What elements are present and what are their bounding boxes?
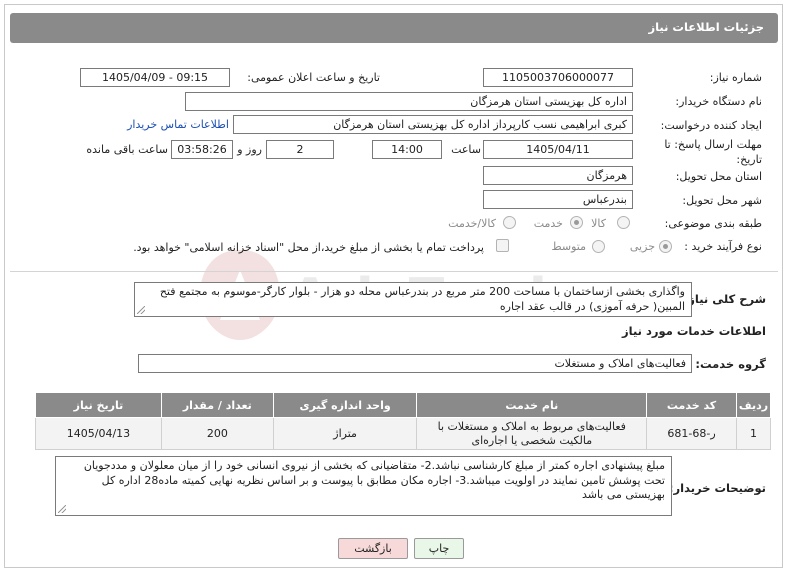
category-goods-radio[interactable] [617, 216, 630, 229]
col-header-service-code: کد خدمت [646, 392, 738, 418]
cell-unit: متراژ [272, 417, 418, 450]
col-header-need-date: تاریخ نیاز [35, 392, 162, 418]
process-minor-label: جزیی [629, 240, 655, 253]
days-label: روز و [237, 143, 262, 156]
page-title: جزئیات اطلاعات نیاز [648, 20, 764, 34]
city-label: شهر محل تحویل: [682, 194, 762, 207]
need-number-field: 1105003706000077 [483, 68, 633, 87]
section-divider [10, 271, 778, 272]
cell-row-number: 1 [736, 417, 771, 450]
category-service-label: خدمت [533, 217, 563, 230]
col-header-service-name: نام خدمت [416, 392, 648, 418]
cell-service-code: ر-68-681 [646, 417, 738, 450]
treasury-payment-checkbox[interactable] [496, 239, 509, 252]
need-number-label: شماره نیاز: [709, 71, 762, 84]
buyer-org-label: نام دستگاه خریدار: [675, 95, 762, 108]
col-header-quantity: تعداد / مقدار [160, 392, 274, 418]
page-header: جزئیات اطلاعات نیاز [10, 13, 778, 43]
resize-grip-icon[interactable] [58, 505, 66, 513]
buyer-contact-link[interactable]: اطلاعات تماس خریدار [127, 118, 229, 131]
category-goods-service-label: کالا/خدمت [448, 217, 496, 230]
deadline-date-field: 1405/04/11 [483, 140, 633, 159]
cell-need-date: 1405/04/13 [35, 417, 162, 450]
category-service-radio[interactable] [570, 216, 583, 229]
col-header-unit: واحد اندازه گیری [272, 392, 418, 418]
requester-label: ایجاد کننده درخواست: [660, 119, 762, 132]
services-section-title: اطلاعات خدمات مورد نیاز [622, 324, 766, 338]
province-label: استان محل تحویل: [675, 170, 762, 183]
remaining-time-label: ساعت باقی مانده [86, 143, 168, 156]
cell-quantity: 200 [160, 417, 274, 450]
remaining-time-field: 03:58:26 [171, 140, 233, 159]
service-group-field: فعالیت‌های املاک و مستغلات [138, 354, 692, 373]
summary-textarea[interactable]: واگذاری بخشی ازساختمان با مساحت 200 متر … [134, 282, 692, 317]
print-button[interactable]: چاپ [414, 538, 464, 559]
resize-grip-icon[interactable] [137, 306, 145, 314]
summary-text: واگذاری بخشی ازساختمان با مساحت 200 متر … [159, 285, 685, 313]
city-field: بندرعباس [483, 190, 633, 209]
category-label: طبقه بندی موضوعی: [664, 217, 762, 230]
process-medium-radio[interactable] [592, 240, 605, 253]
table-row: 1 ر-68-681 فعالیت‌های مربوط به املاک و م… [35, 417, 771, 450]
category-goods-service-radio[interactable] [503, 216, 516, 229]
deadline-time-field: 14:00 [372, 140, 442, 159]
process-medium-label: متوسط [551, 240, 586, 253]
service-group-label: گروه خدمت: [695, 357, 766, 371]
buyer-notes-textarea[interactable]: مبلغ پیشنهادی اجاره کمتر از مبلغ کارشناس… [55, 456, 672, 516]
announce-datetime-field: 1405/04/09 - 09:15 [80, 68, 230, 87]
cell-service-name: فعالیت‌های مربوط به املاک و مستغلات با م… [416, 417, 648, 450]
summary-label: شرح کلی نیاز: [683, 292, 766, 306]
province-field: هرمزگان [483, 166, 633, 185]
treasury-payment-note: پرداخت تمام یا بخشی از مبلغ خرید،از محل … [133, 241, 484, 254]
process-minor-radio[interactable] [659, 240, 672, 253]
process-label: نوع فرآیند خرید : [684, 240, 762, 253]
requester-field: کبری ابراهیمی نسب کارپرداز اداره کل بهزی… [233, 115, 633, 134]
deadline-time-label: ساعت [451, 143, 481, 156]
deadline-label: مهلت ارسال پاسخ: تا تاریخ: [664, 138, 762, 166]
buyer-org-field: اداره کل بهزیستی استان هرمزگان [185, 92, 633, 111]
announce-datetime-label: تاریخ و ساعت اعلان عمومی: [247, 71, 380, 84]
table-header-row: ردیف کد خدمت نام خدمت واحد اندازه گیری ت… [35, 392, 771, 418]
back-button[interactable]: بازگشت [338, 538, 408, 559]
services-table: ردیف کد خدمت نام خدمت واحد اندازه گیری ت… [35, 392, 771, 450]
col-header-row-number: ردیف [736, 392, 771, 418]
buyer-notes-label: توضیحات خریدار: [668, 481, 766, 495]
buyer-notes-text: مبلغ پیشنهادی اجاره کمتر از مبلغ کارشناس… [83, 459, 665, 501]
category-goods-label: کالا [591, 217, 606, 230]
days-remaining-field: 2 [266, 140, 334, 159]
